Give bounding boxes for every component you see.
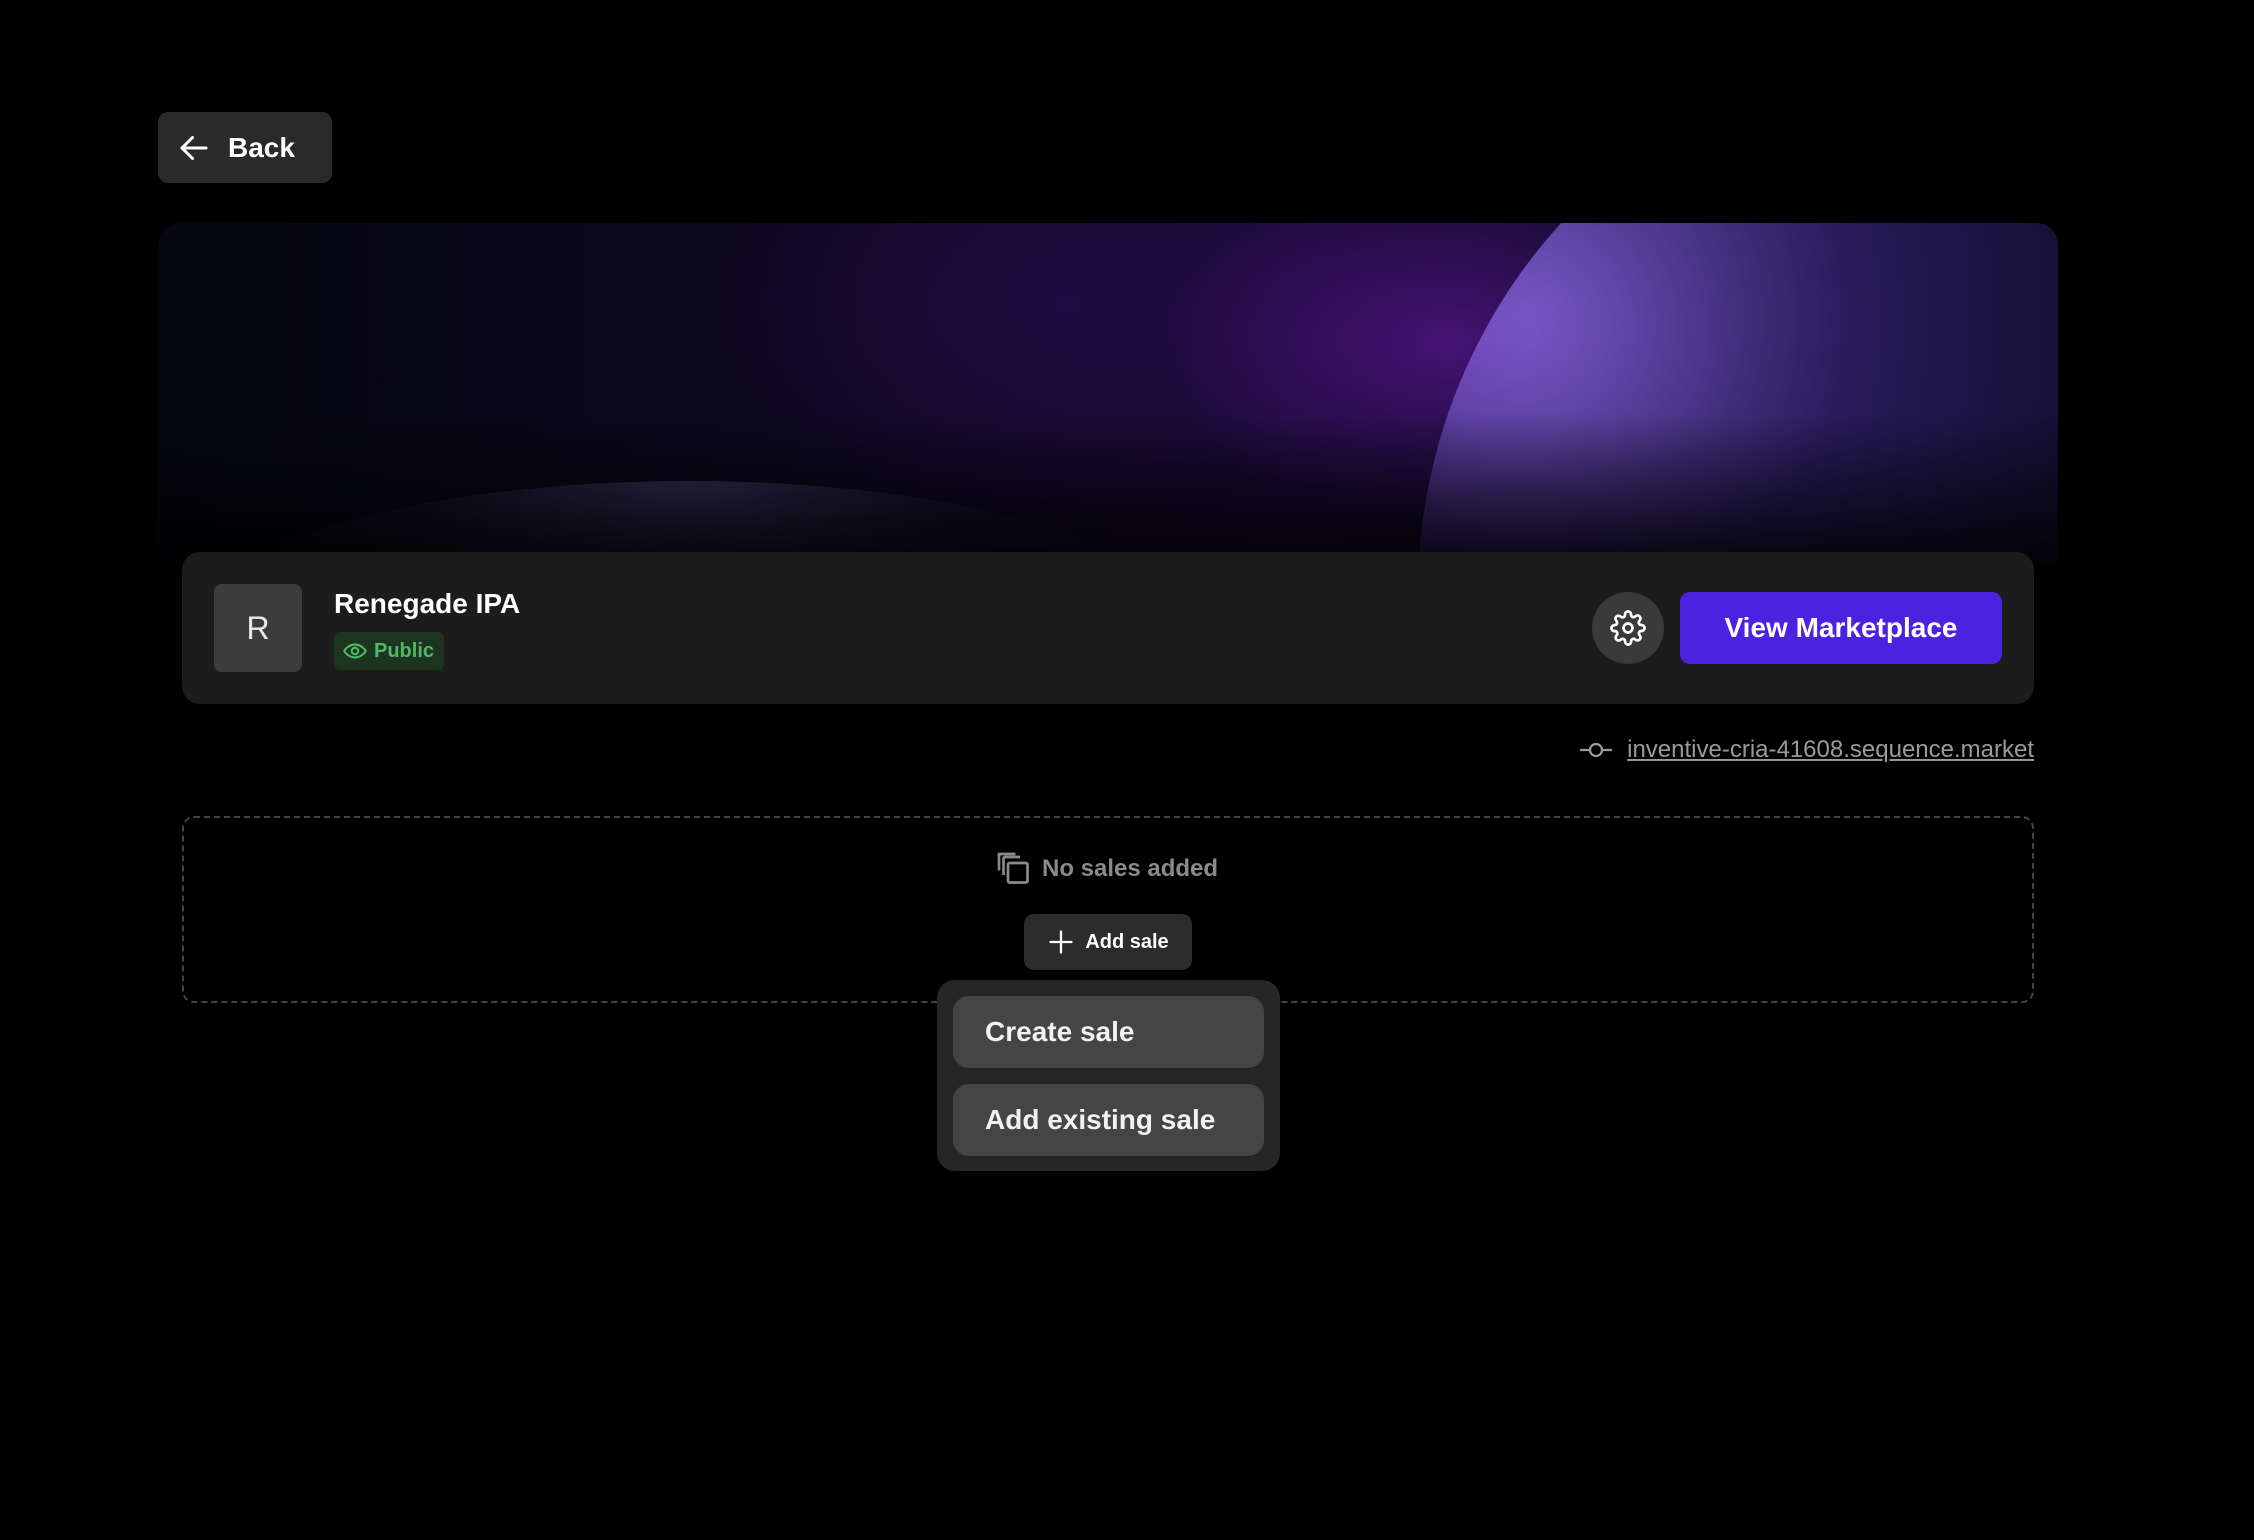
commit-icon [1580,742,1613,758]
avatar: R [214,584,302,672]
domain-link-text[interactable]: inventive-cria-41608.sequence.market [1627,736,2034,764]
menu-item-add-existing-sale[interactable]: Add existing sale [953,1084,1264,1156]
add-sale-label: Add sale [1085,930,1169,953]
collection-header-card: R Renegade IPA Public View Marketplace [182,552,2034,704]
empty-state-message: No sales added [1042,855,1219,882]
eye-icon [343,643,367,659]
sales-empty-state: No sales added [996,851,1218,887]
arrow-left-icon [180,135,208,160]
copy-icon [997,852,1029,884]
gear-icon [1610,610,1646,646]
collection-banner [158,223,2058,563]
back-button-label: Back [228,131,295,163]
status-badge-label: Public [374,639,435,662]
add-sale-dropdown-menu: Create sale Add existing sale [937,980,1280,1171]
marketplace-domain-link[interactable]: inventive-cria-41608.sequence.market [1579,736,2034,764]
settings-button[interactable] [1592,592,1664,664]
plus-icon [1049,930,1073,954]
add-sale-button[interactable]: Add sale [1024,914,1192,970]
banner-fade [158,413,2058,563]
menu-item-create-sale[interactable]: Create sale [953,996,1264,1068]
status-badge: Public [334,632,445,670]
sales-empty-panel [182,816,2034,1003]
view-marketplace-button[interactable]: View Marketplace [1680,592,2002,664]
back-button[interactable]: Back [158,112,332,183]
collection-name: Renegade IPA [334,588,521,619]
